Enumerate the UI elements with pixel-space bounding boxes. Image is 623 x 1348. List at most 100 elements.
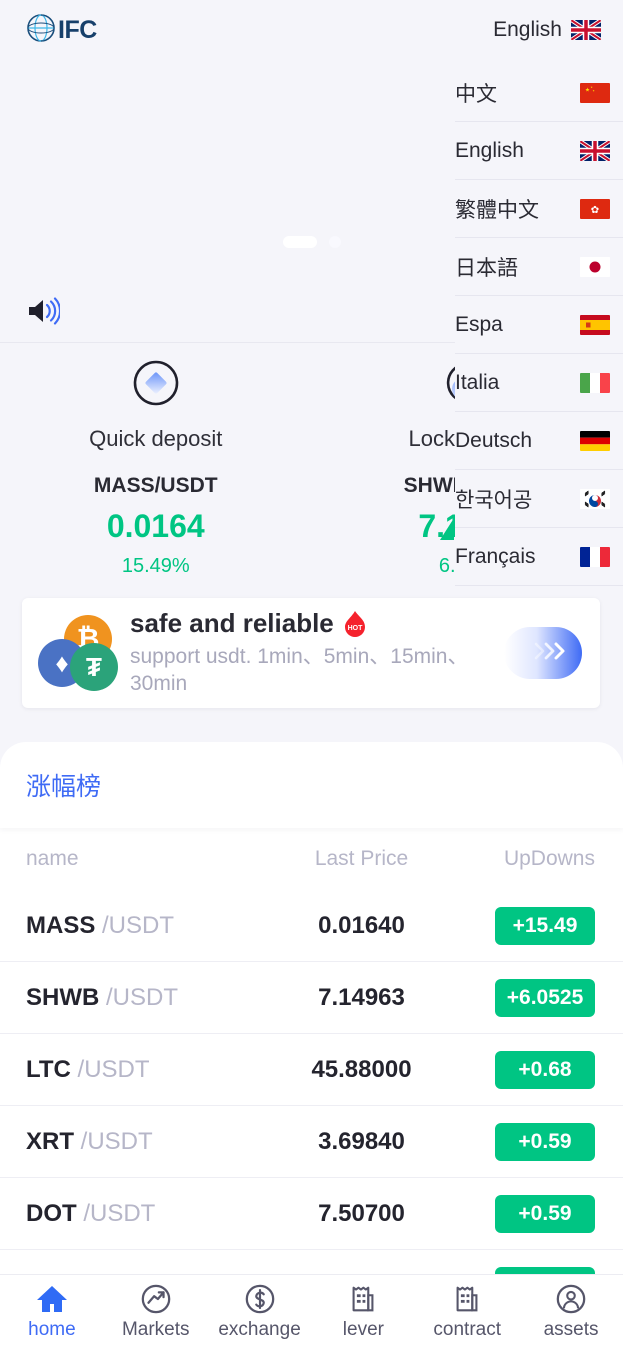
dollar-circle-icon	[243, 1282, 277, 1316]
app-header: IFC English	[0, 0, 623, 60]
row-quote: /USDT	[80, 1127, 153, 1155]
germany-flag-icon	[580, 430, 610, 451]
row-price: 0.01640	[318, 911, 405, 939]
row-base: LTC	[26, 1055, 71, 1083]
promo-title: safe and reliable	[130, 608, 334, 639]
row-price: 7.14963	[318, 983, 405, 1011]
table-row[interactable]: DOT /USDT 7.50700 +0.59	[0, 1178, 623, 1250]
row-price: 45.88000	[311, 1055, 412, 1083]
home-icon	[35, 1282, 69, 1316]
status-badge: +0.68	[495, 1050, 595, 1089]
ranking-table-header: name Last Price UpDowns	[0, 828, 623, 890]
row-base: MASS	[26, 911, 96, 939]
table-row[interactable]: MASS /USDT 0.01640 +15.49	[0, 890, 623, 962]
nav-label: exchange	[218, 1319, 301, 1340]
column-header-change: UpDowns	[503, 847, 595, 870]
hot-flame-icon: HOT	[343, 610, 367, 637]
nav-item-assets[interactable]: assets	[519, 1275, 623, 1348]
spain-flag-icon	[580, 314, 610, 335]
language-option-zh-tw[interactable]: 繁體中文 ✿	[455, 180, 623, 238]
carousel-dot-active[interactable]	[282, 236, 317, 248]
status-badge: +15.49	[495, 906, 595, 945]
language-option-ko[interactable]: 한국어공	[455, 470, 623, 528]
triple-chevron-right-icon	[530, 640, 568, 667]
row-symbol: SHWB /USDT	[26, 984, 276, 1012]
promo-text-block: safe and reliable HOT support usdt. 1min…	[122, 608, 504, 698]
brand-logo[interactable]: IFC	[26, 13, 97, 48]
status-badge: +0.59	[495, 1122, 595, 1161]
table-row[interactable]: SHWB /USDT 7.14963 +6.0525	[0, 962, 623, 1034]
language-option-en[interactable]: English	[455, 122, 623, 180]
language-option-label: Français	[455, 544, 536, 568]
nav-label: lever	[342, 1319, 384, 1340]
language-option-it[interactable]: Italia	[455, 354, 623, 412]
speaker-icon	[26, 297, 62, 330]
language-option-label: 繁體中文	[455, 198, 539, 222]
ranking-tabs: 涨幅榜	[0, 742, 623, 828]
row-symbol: XRT /USDT	[26, 1128, 276, 1156]
table-row[interactable]: LTC /USDT 45.88000 +0.68	[0, 1034, 623, 1106]
carousel-dot[interactable]	[328, 236, 341, 248]
document-icon	[450, 1282, 484, 1316]
language-option-label: Deutsch	[455, 428, 533, 452]
uk-flag-icon	[580, 140, 610, 161]
brand-name: IFC	[58, 15, 97, 44]
promo-subtitle: support usdt. 1min、5min、15min、30min	[130, 645, 469, 695]
svg-text:HOT: HOT	[347, 625, 363, 632]
document-icon	[346, 1282, 380, 1316]
entry-quick-deposit[interactable]: Quick deposit MASS/USDT 0.0164 15.49%	[0, 358, 312, 578]
language-option-zh[interactable]: 中文 ★ ★ ★	[455, 64, 623, 122]
tether-icon: ₮	[70, 643, 118, 691]
language-option-label: Espa	[455, 312, 503, 336]
hongkong-flag-icon: ✿	[580, 198, 610, 219]
language-option-ja[interactable]: 日本語	[455, 238, 623, 296]
china-flag-icon: ★ ★ ★	[580, 82, 610, 103]
language-switcher[interactable]: English	[493, 18, 601, 42]
promo-banner[interactable]: ₿ ♦ ₮ safe and reliable HOT support usdt…	[22, 598, 600, 708]
nav-label: assets	[543, 1319, 599, 1340]
row-change-cell: +0.59	[447, 1194, 597, 1233]
ranking-table-body: MASS /USDT 0.01640 +15.49 SHWB /USDT 7.1…	[0, 890, 623, 1322]
ranking-card: 涨幅榜 name Last Price UpDowns MASS /USDT 0…	[0, 742, 623, 1348]
language-option-label: Italia	[455, 370, 500, 394]
nav-item-lever[interactable]: lever	[311, 1275, 415, 1348]
france-flag-icon	[580, 546, 610, 567]
language-option-de[interactable]: Deutsch	[455, 412, 623, 470]
row-change-cell: +6.0525	[447, 978, 597, 1017]
nav-item-markets[interactable]: Markets	[104, 1275, 208, 1348]
trend-circle-icon	[139, 1282, 173, 1316]
entry-change: 15.49%	[121, 555, 190, 577]
language-option-label: 中文	[455, 82, 497, 106]
app-root: IFC English Quick deposit MASS/USDT 0.01…	[0, 0, 623, 1348]
entry-price: 0.0164	[106, 508, 205, 544]
diamond-circle-icon	[132, 358, 180, 408]
language-option-es[interactable]: Espa	[455, 296, 623, 354]
row-symbol: MASS /USDT	[26, 912, 276, 940]
row-base: SHWB	[26, 983, 100, 1011]
row-quote: /USDT	[77, 1055, 150, 1083]
row-price: 7.50700	[318, 1199, 405, 1227]
language-dropdown: 中文 ★ ★ ★ English 繁體中文 ✿ 日本語 Espa Italia …	[455, 64, 623, 586]
promo-go-button[interactable]	[504, 627, 582, 679]
bottom-navigation: home Markets exchange lever contract ass…	[0, 1274, 623, 1348]
nav-item-exchange[interactable]: exchange	[208, 1275, 312, 1348]
promo-title-row: safe and reliable HOT	[130, 608, 504, 639]
status-badge: +6.0525	[495, 978, 595, 1017]
row-change-cell: +15.49	[447, 906, 597, 945]
language-option-label: 한국어공	[455, 488, 533, 512]
tab-gainers[interactable]: 涨幅榜	[26, 767, 101, 803]
row-change-cell: +0.68	[447, 1050, 597, 1089]
row-symbol: DOT /USDT	[26, 1200, 276, 1228]
nav-item-contract[interactable]: contract	[415, 1275, 519, 1348]
language-option-label: 日本語	[455, 256, 518, 280]
entry-label: Quick deposit	[89, 426, 223, 451]
svg-text:✿: ✿	[591, 205, 599, 216]
nav-label: home	[28, 1319, 76, 1340]
table-row[interactable]: XRT /USDT 3.69840 +0.59	[0, 1106, 623, 1178]
language-option-fr[interactable]: Français	[455, 528, 623, 586]
italy-flag-icon	[580, 372, 610, 393]
nav-item-home[interactable]: home	[0, 1275, 104, 1348]
uk-flag-icon	[571, 20, 601, 40]
language-option-label: English	[455, 138, 524, 162]
column-header-name: name	[26, 847, 79, 870]
